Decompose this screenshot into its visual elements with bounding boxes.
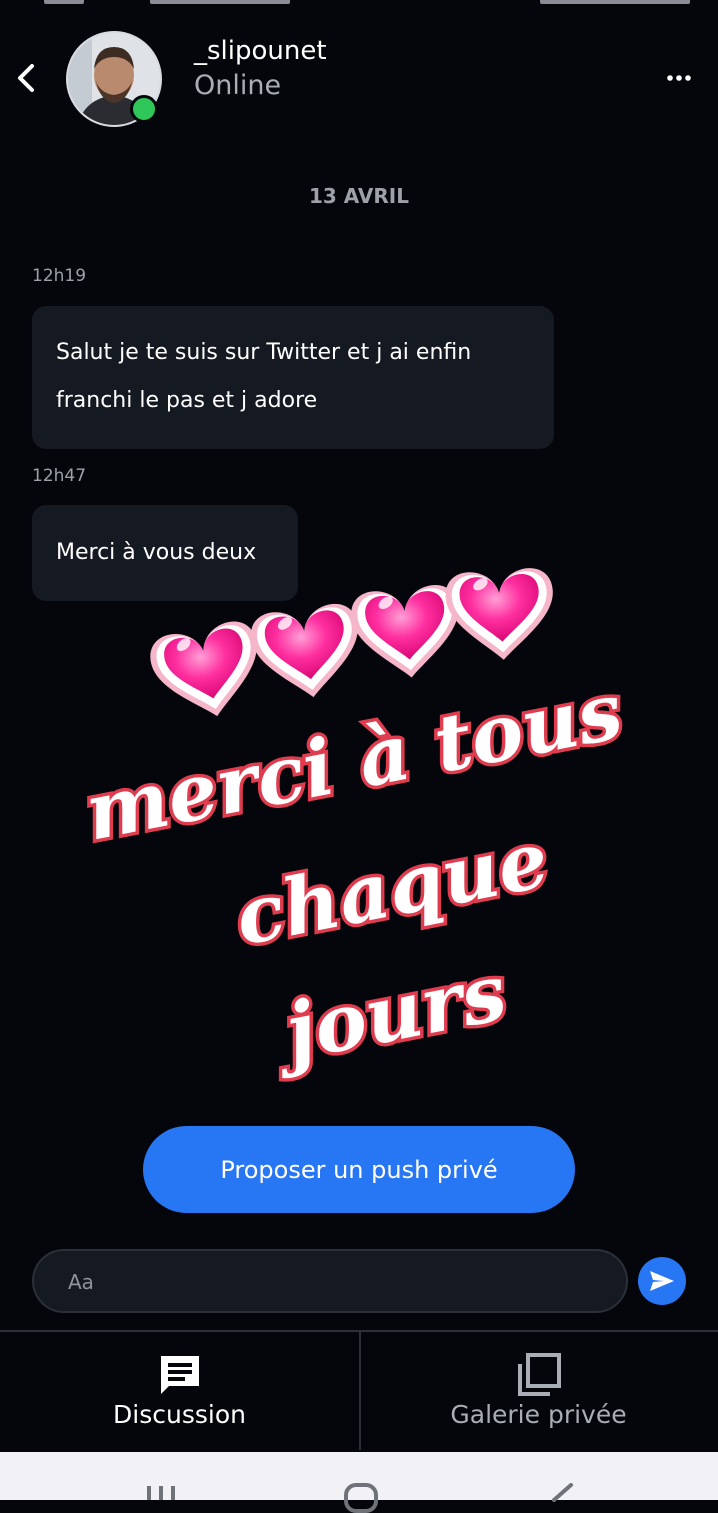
recent-apps-icon[interactable] bbox=[144, 1486, 178, 1500]
tab-discussion[interactable]: Discussion bbox=[0, 1332, 359, 1452]
tab-divider bbox=[359, 1332, 361, 1450]
message-time: 12h47 bbox=[32, 466, 87, 486]
tab-label: Galerie privée bbox=[450, 1400, 627, 1429]
sticker-text-line: jours bbox=[266, 947, 514, 1081]
more-horizontal-icon bbox=[667, 75, 691, 81]
sticker-text-line: chaque bbox=[228, 814, 555, 964]
date-separator: 13 AVRIL bbox=[309, 184, 409, 208]
sticker-text-line: merci à tous bbox=[78, 666, 629, 859]
message-text-line: Salut je te suis sur Twitter et j ai enf… bbox=[56, 340, 472, 365]
tab-private-gallery[interactable]: Galerie privée bbox=[359, 1332, 718, 1452]
contact-name: _slipounet bbox=[194, 36, 327, 66]
send-button[interactable] bbox=[638, 1257, 686, 1305]
contact-status: Online bbox=[194, 70, 282, 101]
sticker-image: merci à tous chaque jours bbox=[75, 566, 633, 1085]
status-bar-fragment bbox=[44, 0, 84, 4]
message-input[interactable] bbox=[66, 1263, 610, 1301]
gallery-icon bbox=[518, 1353, 561, 1396]
back-button[interactable] bbox=[12, 60, 40, 96]
message-composer[interactable] bbox=[32, 1249, 628, 1313]
propose-push-button[interactable]: Proposer un push privé bbox=[143, 1126, 575, 1213]
home-icon[interactable] bbox=[344, 1483, 378, 1513]
tab-label: Discussion bbox=[113, 1400, 246, 1429]
status-bar bbox=[0, 0, 718, 12]
message-bubble[interactable]: Salut je te suis sur Twitter et j ai enf… bbox=[32, 306, 554, 449]
status-bar-fragment bbox=[150, 0, 290, 4]
send-icon bbox=[650, 1271, 674, 1291]
chevron-left-icon bbox=[18, 64, 34, 92]
heart-icon bbox=[247, 600, 367, 705]
message-time: 12h19 bbox=[32, 266, 87, 286]
status-bar-fragment bbox=[540, 0, 690, 4]
online-indicator bbox=[130, 95, 158, 123]
message-text-line: franchi le pas et j adore bbox=[56, 388, 318, 413]
message-icon bbox=[161, 1356, 199, 1394]
heart-icon bbox=[443, 566, 558, 664]
system-back-icon[interactable] bbox=[548, 1483, 574, 1503]
more-options-button[interactable] bbox=[662, 64, 696, 92]
